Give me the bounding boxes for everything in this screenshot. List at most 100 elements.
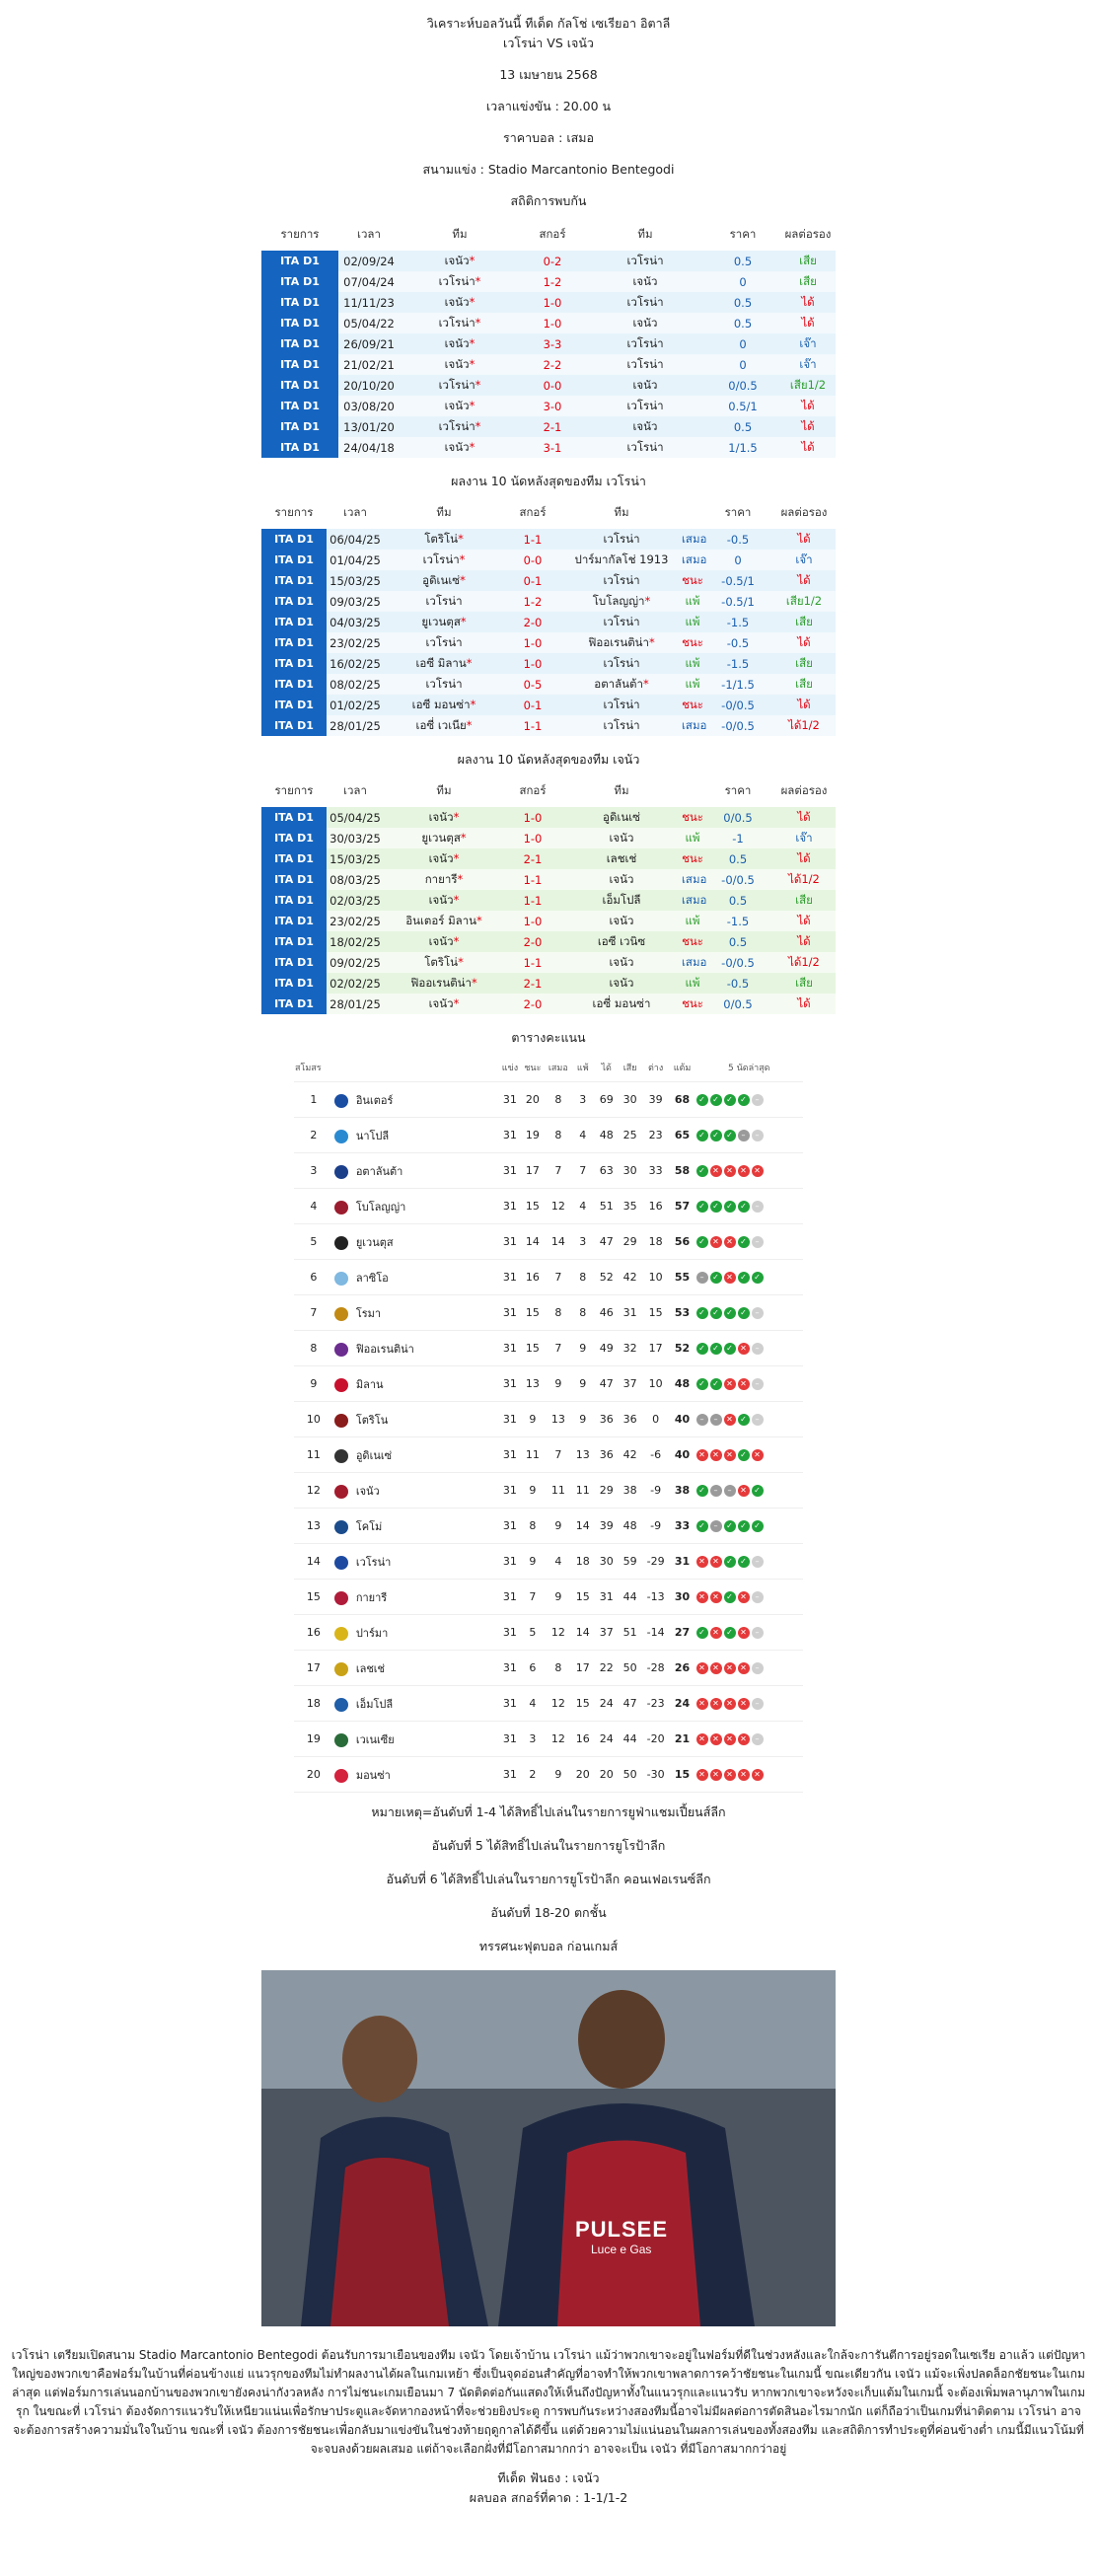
stat-cell: 36 bbox=[594, 1401, 619, 1437]
date-cell: 02/02/25 bbox=[327, 973, 384, 994]
stat-cell: 31 bbox=[499, 1223, 520, 1260]
win-icon: ✓ bbox=[709, 1307, 722, 1319]
win-icon: ✓ bbox=[695, 1165, 708, 1177]
stat-cell: 8 bbox=[545, 1650, 571, 1686]
favourite-star: * bbox=[469, 253, 475, 267]
league-cell: ITA D1 bbox=[261, 550, 327, 570]
league-cell: ITA D1 bbox=[261, 695, 327, 715]
away-team-cell: เวโรน่า bbox=[561, 695, 682, 715]
h2h-col-header: ผลต่อรอง bbox=[784, 227, 832, 241]
points-cell: 26 bbox=[669, 1650, 695, 1686]
date-cell: 02/09/24 bbox=[338, 251, 400, 271]
win-icon: ✓ bbox=[723, 1591, 736, 1603]
away-team-cell: เจนัว bbox=[561, 911, 682, 931]
predicted-score: ผลบอล สกอร์ที่คาด : 1-1/1-2 bbox=[469, 2490, 628, 2505]
team-name: ฟิออเรนติน่า bbox=[588, 634, 649, 649]
h2h-col-header: เวลา bbox=[357, 227, 381, 241]
next-match-icon: – bbox=[751, 1556, 764, 1568]
h2h-col-header: ราคา bbox=[729, 227, 757, 241]
stat-cell: 13 bbox=[545, 1401, 571, 1437]
next-match-icon: – bbox=[751, 1130, 764, 1141]
home-team-cell: เอซี มอนซ่า* bbox=[384, 695, 504, 715]
league-cell: ITA D1 bbox=[261, 437, 338, 458]
stat-cell: 69 bbox=[594, 1081, 619, 1118]
form-row: ITA D1 09/03/25 เวโรน่า 1-2 โบโลญญ่า* แพ้ -0.5… bbox=[261, 591, 836, 612]
result-cell: เจ๊า bbox=[772, 550, 836, 570]
form-cell: ✓ ✕ ✕ ✕ ✕ bbox=[695, 1152, 803, 1189]
loss-icon: ✕ bbox=[737, 1769, 750, 1781]
loss-icon: ✕ bbox=[723, 1769, 736, 1781]
odds-cell: -0/0.5 bbox=[703, 695, 772, 715]
club-name: อินเตอร์ bbox=[355, 1093, 394, 1107]
favourite-star: * bbox=[457, 871, 464, 886]
club-crest-icon bbox=[333, 1271, 348, 1286]
h2h-col-header: ทีม bbox=[637, 227, 653, 241]
team-cell: ยูเวนตุส bbox=[332, 1223, 500, 1260]
date-cell: 02/03/25 bbox=[327, 890, 384, 911]
stat-cell: 31 bbox=[499, 1152, 520, 1189]
team-name: เจนัว bbox=[444, 398, 470, 412]
odds-cell: 1/1.5 bbox=[705, 437, 780, 458]
team-cell: ปาร์มา bbox=[332, 1614, 500, 1651]
home-team-cell: เจนัว* bbox=[400, 354, 520, 375]
position-cell: 7 bbox=[294, 1294, 333, 1331]
team-name: เจนัว bbox=[609, 954, 634, 969]
team-name: โตริโน่ bbox=[424, 531, 459, 546]
team-cell: นาโปลี bbox=[332, 1117, 500, 1153]
points-cell: 55 bbox=[669, 1259, 695, 1295]
standings-row: 7 โรมา 31 15 8 8 46 31 15 53 ✓ ✓ ✓ ✓ – bbox=[294, 1294, 803, 1331]
team-name: ยูเวนตุส bbox=[421, 830, 461, 845]
result-cell: ได้1/2 bbox=[772, 869, 836, 890]
win-icon: ✓ bbox=[709, 1094, 722, 1106]
stat-cell: -14 bbox=[641, 1614, 670, 1651]
score-cell: 1-1 bbox=[504, 715, 561, 736]
h2h-row: ITA D1 05/04/22 เวโรน่า* 1-0 เจนัว 0.5 ได้ bbox=[261, 313, 836, 333]
kickoff-time: เวลาแข่งขัน : 20.00 น bbox=[485, 99, 612, 113]
team-name: เจนัว bbox=[632, 273, 658, 288]
win-icon: ✓ bbox=[737, 1307, 750, 1319]
result-cell: เสีย1/2 bbox=[772, 591, 836, 612]
form-row: ITA D1 15/03/25 อูดิเนเซ่* 0-1 เวโรน่า ชนะ -0.… bbox=[261, 570, 836, 591]
team-cell: มอนซ่า bbox=[332, 1756, 500, 1793]
stat-cell: 16 bbox=[570, 1721, 595, 1757]
stat-cell: 31 bbox=[499, 1259, 520, 1295]
score-cell: 2-2 bbox=[520, 354, 585, 375]
form-cell: ✕ ✕ ✓ ✕ – bbox=[695, 1579, 803, 1615]
result-cell: เจ๊า bbox=[772, 828, 836, 848]
points-cell: 68 bbox=[669, 1081, 695, 1118]
status-cell: แพ้ bbox=[682, 612, 703, 632]
win-icon: ✓ bbox=[737, 1414, 750, 1426]
win-icon: ✓ bbox=[723, 1130, 736, 1141]
score-cell: 1-2 bbox=[520, 271, 585, 292]
home-team-cell: อินเตอร์ มิลาน* bbox=[384, 911, 504, 931]
genoa-header-row: รายการ เวลา ทีม สกอร์ ทีม ราคา ผลต่อรอง bbox=[261, 775, 836, 807]
stat-cell: 36 bbox=[594, 1436, 619, 1473]
loss-icon: ✕ bbox=[751, 1165, 764, 1177]
date-cell: 24/04/18 bbox=[338, 437, 400, 458]
standings-row: 4 โบโลญญ่า 31 15 12 4 51 35 16 57 ✓ ✓ ✓ ✓ – bbox=[294, 1188, 803, 1224]
date-cell: 04/03/25 bbox=[327, 612, 384, 632]
next-match-icon: – bbox=[751, 1733, 764, 1745]
team-name: เวโรน่า bbox=[603, 572, 640, 587]
club-crest-icon bbox=[333, 1661, 348, 1676]
team-name: เจนัว bbox=[428, 850, 454, 865]
date-cell: 15/03/25 bbox=[327, 848, 384, 869]
team-name: เวโรน่า bbox=[438, 377, 475, 392]
status-cell: ชนะ bbox=[682, 931, 703, 952]
position-cell: 4 bbox=[294, 1188, 333, 1224]
form-cell: ✓ ✓ ✕ ✕ – bbox=[695, 1365, 803, 1402]
club-name: โบโลญญ่า bbox=[355, 1200, 406, 1214]
points-cell: 40 bbox=[669, 1401, 695, 1437]
standings-col-header: เสีย bbox=[618, 1054, 642, 1082]
price-line: ราคาบอล : เสมอ bbox=[502, 130, 595, 145]
home-team-cell: เวโรน่า* bbox=[384, 550, 504, 570]
win-icon: ✓ bbox=[709, 1201, 722, 1213]
standings-row: 20 มอนซ่า 31 2 9 20 20 50 -30 15 ✕ ✕ ✕ ✕ ✕ bbox=[294, 1756, 803, 1793]
club-name: โรมา bbox=[355, 1306, 382, 1320]
stat-cell: 14 bbox=[570, 1614, 595, 1651]
team-name: เวโรน่า bbox=[438, 418, 475, 433]
score-cell: 0-0 bbox=[520, 375, 585, 396]
stat-cell: 11 bbox=[570, 1472, 595, 1509]
team-cell: โรมา bbox=[332, 1294, 500, 1331]
score-cell: 2-0 bbox=[504, 931, 561, 952]
